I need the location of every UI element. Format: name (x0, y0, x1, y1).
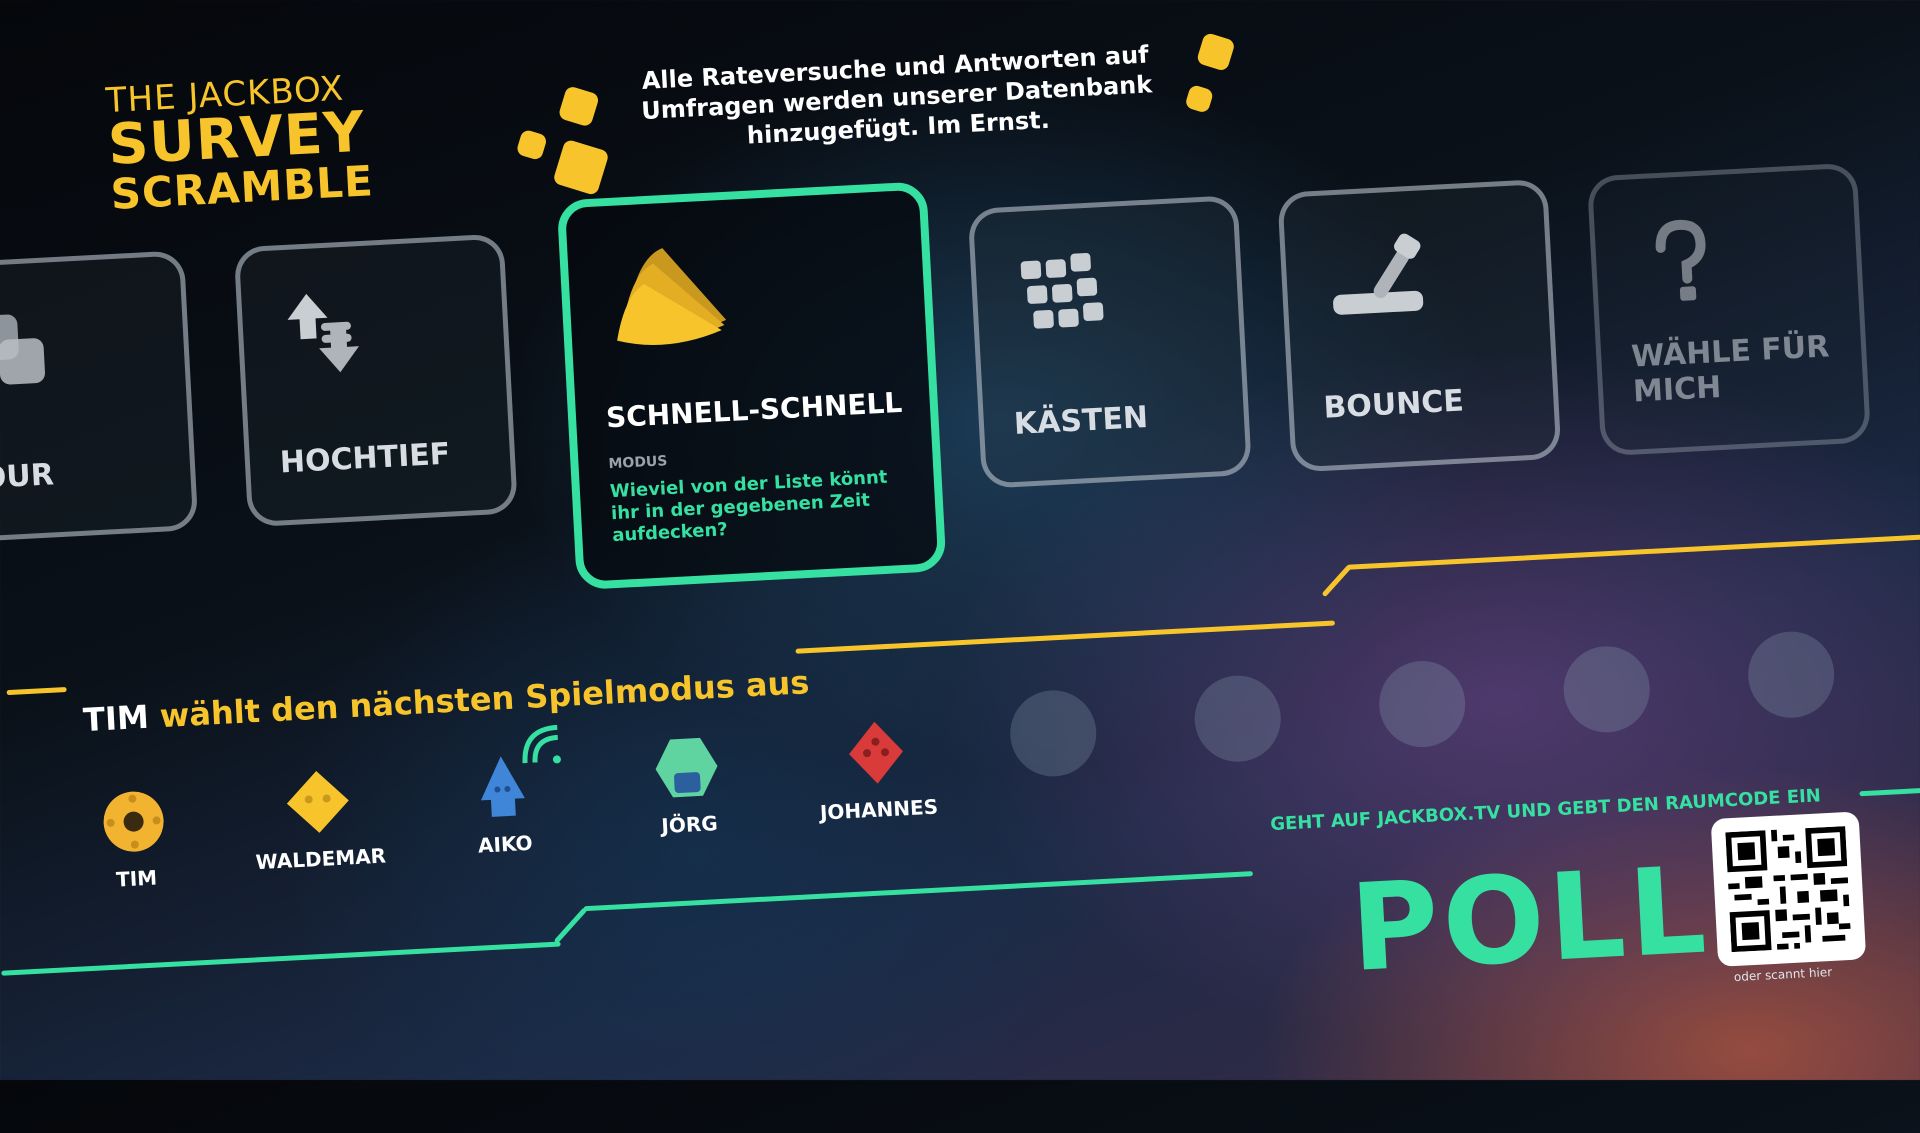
decor-block-icon (515, 128, 548, 162)
mode-card-hochtief[interactable]: HOCHTIEF (233, 233, 518, 528)
notice-text: Alle Rateversuche und Antworten auf Umfr… (640, 40, 1153, 150)
mode-label: BOUNCE (1322, 383, 1465, 426)
qr-code[interactable] (1710, 811, 1867, 967)
chooser-message: wählt den nächsten Spielmodus aus (158, 663, 811, 736)
mode-label: HOCHTIEF (279, 436, 452, 481)
empty-player-slot (1377, 658, 1468, 750)
player-aiko: AIKO (431, 751, 576, 860)
player-avatar-icon (655, 737, 718, 798)
question-mark-icon (1655, 219, 1706, 301)
chooser-name: TIM (82, 697, 150, 740)
player-name: JÖRG (660, 811, 719, 839)
decor-block-icon (552, 138, 610, 197)
overlapping-squares-icon (0, 314, 46, 385)
divider-line (1, 941, 561, 976)
decor-block-icon (1195, 31, 1236, 72)
mode-card-bounce[interactable]: BOUNCE (1277, 178, 1562, 473)
fan-cards-icon (617, 248, 727, 346)
mode-description: Wieviel von der Liste könnt ihr in der g… (609, 466, 888, 547)
mode-label: TOUR (0, 457, 55, 498)
divider-line (583, 871, 1253, 912)
player-joerg: JÖRG (615, 731, 760, 840)
logo-line-3: SCRAMBLE (109, 156, 375, 219)
player-waldemar: WALDEMAR (246, 765, 391, 874)
divider-line (1859, 786, 1920, 797)
wifi-icon (522, 724, 561, 764)
divider-line (553, 907, 588, 944)
divider-line (795, 620, 1335, 654)
room-code: POLL (1347, 841, 1713, 999)
decor-block-icon (557, 85, 601, 128)
player-name: JOHANNES (819, 794, 939, 825)
mode-label: SCHNELL-SCHNELL (605, 385, 903, 435)
lever-icon (1333, 233, 1424, 315)
player-johannes: JOHANNES (804, 716, 949, 825)
mode-card-kaesten[interactable]: KÄSTEN (967, 195, 1252, 489)
empty-player-slot (1008, 688, 1099, 779)
divider-line (6, 686, 67, 696)
mode-card-waehle-fuer-mich[interactable]: WÄHLE FÜR MICH (1586, 162, 1872, 457)
player-avatar-icon (103, 791, 164, 852)
empty-player-slot (1561, 644, 1652, 735)
mode-label: WÄHLE FÜR MICH (1630, 329, 1831, 410)
empty-player-slot (1745, 629, 1837, 720)
decor-block-icon (1184, 83, 1215, 114)
game-logo: THE JACKBOX SURVEY SCRAMBLE (105, 69, 375, 219)
qr-label: oder scannt hier (1733, 964, 1833, 985)
player-name: WALDEMAR (255, 843, 387, 875)
grid-boxes-icon (1020, 252, 1104, 329)
divider-line (1346, 533, 1920, 570)
mode-card-tour[interactable]: TOUR (0, 250, 199, 544)
player-tim: TIM (62, 785, 207, 894)
player-avatar-icon (286, 771, 349, 833)
player-avatar-icon (849, 721, 903, 784)
chooser-text: TIM wählt den nächsten Spielmodus aus (82, 663, 810, 739)
up-down-arrows-icon (287, 293, 360, 373)
player-name: TIM (115, 865, 158, 892)
game-screen: THE JACKBOX SURVEY SCRAMBLE Alle Ratever… (0, 0, 1920, 1130)
qr-code-icon (1725, 826, 1851, 953)
mode-card-schnell-schnell[interactable]: SCHNELL-SCHNELL MODUS Wieviel von der Li… (556, 181, 947, 591)
empty-player-slot (1192, 673, 1283, 764)
mode-caption: MODUS (608, 453, 668, 473)
mode-label: KÄSTEN (1013, 400, 1149, 442)
player-name: AIKO (477, 830, 534, 858)
